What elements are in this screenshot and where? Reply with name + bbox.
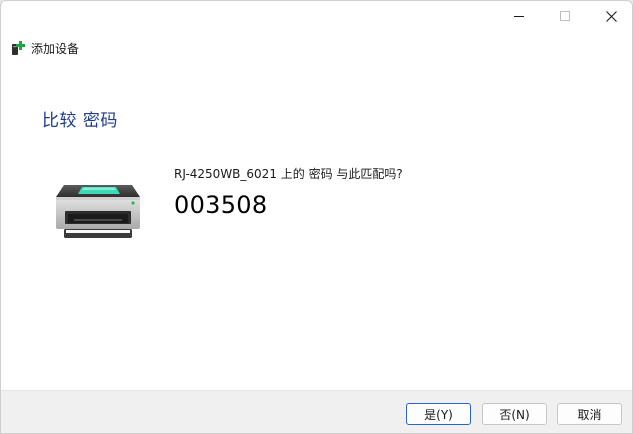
maximize-icon — [560, 11, 570, 21]
add-device-dialog: 添加设备 比较 密码 RJ-4250WB_6021 上的 密码 与此匹配吗? 0… — [0, 0, 633, 434]
yes-button[interactable]: 是(Y) — [406, 403, 471, 425]
close-button[interactable] — [588, 1, 632, 31]
pin-question: RJ-4250WB_6021 上的 密码 与此匹配吗? — [174, 167, 403, 181]
dialog-footer: 是(Y) 否(N) 取消 — [1, 390, 632, 433]
dialog-header: 添加设备 — [11, 39, 79, 57]
close-icon — [605, 10, 617, 22]
cancel-button[interactable]: 取消 — [557, 403, 622, 425]
printer-icon — [56, 185, 140, 238]
window-title: 添加设备 — [31, 41, 80, 56]
minimize-icon — [514, 16, 524, 17]
title-bar — [1, 1, 632, 33]
page-title: 比较 密码 — [42, 111, 118, 131]
minimize-button[interactable] — [496, 1, 542, 31]
no-button[interactable]: 否(N) — [482, 403, 547, 425]
pin-code: 003508 — [174, 191, 268, 219]
add-device-icon — [12, 41, 25, 55]
maximize-button[interactable] — [542, 1, 588, 31]
